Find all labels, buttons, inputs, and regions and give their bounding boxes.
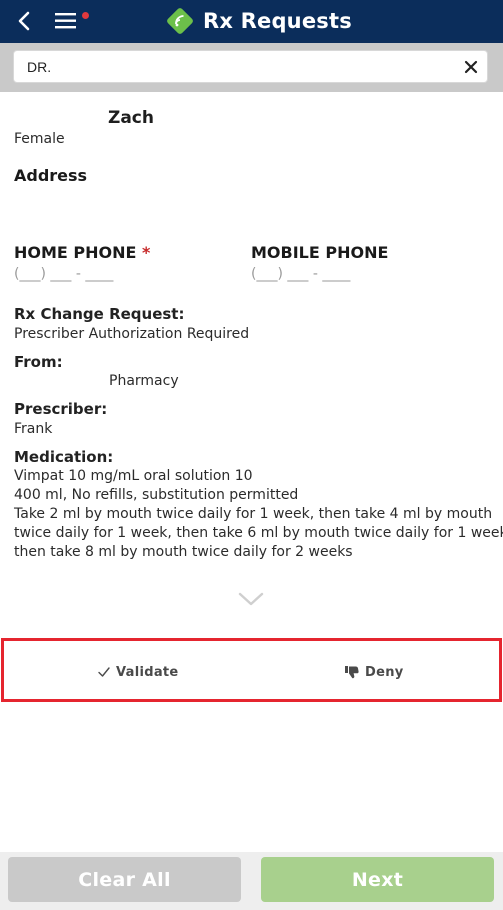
- home-phone-label-text: HOME PHONE: [14, 243, 137, 262]
- required-indicator: *: [142, 243, 151, 262]
- prescriber-value: Frank: [14, 421, 53, 437]
- checkmark-icon: [98, 667, 110, 677]
- validate-button[interactable]: Validate: [97, 660, 179, 684]
- from-value: Pharmacy: [109, 373, 179, 389]
- from-label: From:: [14, 353, 63, 371]
- chevron-left-icon: [18, 11, 30, 31]
- action-panel: Validate Deny: [1, 638, 502, 702]
- medication-line: Vimpat 10 mg/mL oral solution 10: [14, 468, 253, 484]
- medication-line: Take 2 ml by mouth twice daily for 1 wee…: [14, 506, 493, 522]
- medication-line: 400 ml, No refills, substitution permitt…: [14, 487, 299, 503]
- search-box: [13, 50, 488, 83]
- app-logo-icon: [167, 8, 193, 34]
- thumbs-down-icon: [345, 666, 359, 679]
- footer-bar: Clear All Next: [0, 852, 503, 910]
- validate-label: Validate: [116, 664, 179, 680]
- medication-line: twice daily for 1 week, then take 6 ml b…: [14, 525, 503, 541]
- back-button[interactable]: [12, 8, 38, 34]
- next-button[interactable]: Next: [261, 857, 494, 902]
- menu-button[interactable]: [53, 10, 91, 34]
- medication-details: Vimpat 10 mg/mL oral solution 10 400 ml,…: [14, 467, 503, 562]
- search-bar: [0, 43, 503, 92]
- request-type-label: Rx Change Request:: [14, 305, 185, 323]
- deny-button[interactable]: Deny: [344, 660, 404, 684]
- search-input[interactable]: [14, 51, 454, 82]
- mobile-phone-label: MOBILE PHONE: [251, 243, 389, 262]
- notification-dot: [82, 12, 89, 19]
- mobile-phone-field[interactable]: (___) ___ - ____: [251, 266, 350, 282]
- brand: Rx Requests: [166, 5, 352, 37]
- medication-line: then take 8 ml by mouth twice daily for …: [14, 544, 353, 560]
- patient-name: Zach: [108, 108, 154, 128]
- clear-search-button[interactable]: [462, 58, 480, 76]
- home-phone-label: HOME PHONE *: [14, 243, 150, 262]
- home-phone-field[interactable]: (___) ___ - ____: [14, 266, 113, 282]
- page-title: Rx Requests: [203, 9, 352, 33]
- deny-label: Deny: [365, 664, 404, 680]
- hamburger-menu-icon: [55, 13, 76, 29]
- address-label: Address: [14, 166, 88, 185]
- request-type-value: Prescriber Authorization Required: [14, 326, 250, 342]
- chevron-down-icon: [238, 592, 264, 606]
- close-icon: [464, 60, 478, 74]
- clear-all-button[interactable]: Clear All: [8, 857, 241, 902]
- prescriber-label: Prescriber:: [14, 400, 108, 418]
- app-header: Rx Requests: [0, 0, 503, 43]
- expand-details-button[interactable]: [237, 590, 265, 608]
- medication-label: Medication:: [14, 448, 114, 466]
- patient-gender: Female: [14, 131, 65, 147]
